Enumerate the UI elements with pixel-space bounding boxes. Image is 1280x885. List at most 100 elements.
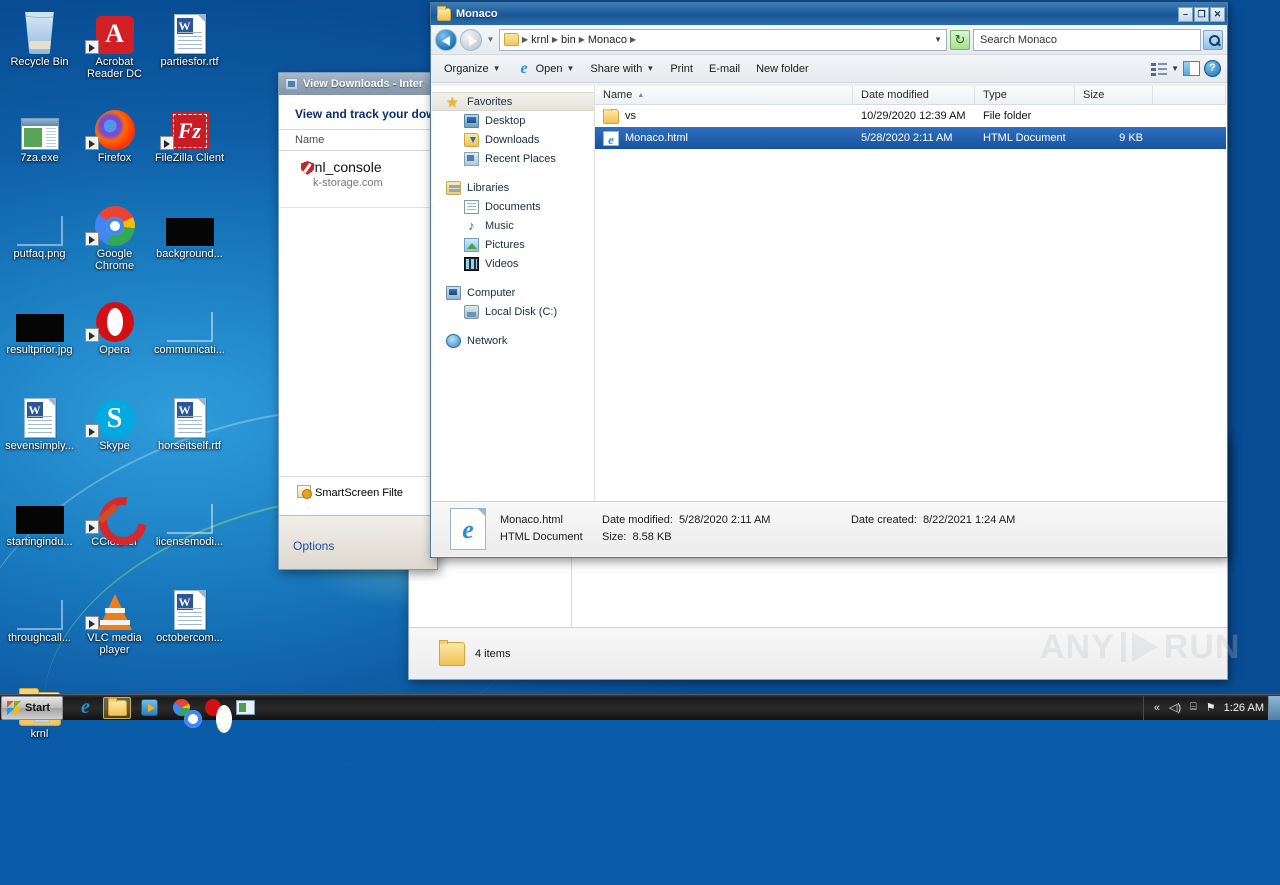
- desktop-icon-sevensimply[interactable]: Wsevensimply...: [2, 388, 77, 484]
- column-header-size[interactable]: Size: [1075, 86, 1153, 104]
- details-date-modified-value: 5/28/2020 2:11 AM: [678, 514, 771, 526]
- desktop-icon-octobercom[interactable]: Woctobercom...: [152, 580, 227, 676]
- recent-places-icon: [464, 151, 479, 166]
- email-button[interactable]: E-mail: [702, 59, 747, 79]
- desktop-icon-resultprior-jpg[interactable]: resultprior.jpg: [2, 292, 77, 388]
- desktop-icon-communicati[interactable]: communicati...: [152, 292, 227, 388]
- column-header-name[interactable]: Name ▲: [595, 86, 853, 104]
- desktop-icon-background[interactable]: background...: [152, 196, 227, 292]
- desktop-icon-putfaq-png[interactable]: putfaq.png: [2, 196, 77, 292]
- taskbar-media-player-icon[interactable]: [135, 697, 163, 719]
- taskbar-application-icon[interactable]: [231, 697, 259, 719]
- sidebar-item-pictures[interactable]: Pictures: [432, 235, 594, 254]
- desktop-icon-horseitself-rtf[interactable]: Whorseitself.rtf: [152, 388, 227, 484]
- desktop-icon-filezilla-client[interactable]: FileZilla Client: [152, 100, 227, 196]
- desktop-icon-licensemodi[interactable]: licensemodi...: [152, 484, 227, 580]
- print-button[interactable]: Print: [663, 59, 700, 79]
- explorer-window-monaco[interactable]: Monaco – ❐ ✕ ▼ ▶ krnl ▶ bin ▶ Monaco ▶ ▼…: [430, 2, 1228, 558]
- refresh-icon[interactable]: [950, 29, 970, 50]
- desktop-icon-skype[interactable]: Skype: [77, 388, 152, 484]
- address-dropdown-icon[interactable]: ▼: [934, 35, 942, 44]
- taskbar-internet-explorer-icon[interactable]: [71, 697, 99, 719]
- sidebar-item-documents[interactable]: Documents: [432, 197, 594, 216]
- sidebar-item-network[interactable]: Network: [432, 331, 594, 350]
- sidebar-item-desktop[interactable]: Desktop: [432, 111, 594, 130]
- desktop-icon-throughcall[interactable]: throughcall...: [2, 580, 77, 676]
- smartscreen-filter-row[interactable]: SmartScreen Filte: [279, 476, 437, 507]
- desktop-icon-startingindu[interactable]: startingindu...: [2, 484, 77, 580]
- desktop-icon-label: Skype: [99, 440, 130, 452]
- share-with-button[interactable]: Share with ▼: [583, 59, 661, 79]
- sidebar-item-computer[interactable]: Computer: [432, 283, 594, 302]
- desktop-icon-opera[interactable]: Opera: [77, 292, 152, 388]
- organize-button[interactable]: Organize ▼: [437, 59, 508, 79]
- chevron-down-icon[interactable]: ▼: [485, 35, 496, 44]
- desktop-icon-firefox[interactable]: Firefox: [77, 100, 152, 196]
- internet-explorer-icon: [517, 61, 532, 77]
- explorer-titlebar[interactable]: Monaco – ❐ ✕: [431, 3, 1227, 25]
- table-row[interactable]: vs 10/29/2020 12:39 AM File folder: [595, 105, 1226, 127]
- table-row[interactable]: Monaco.html 5/28/2020 2:11 AM HTML Documen…: [595, 127, 1226, 149]
- command-bar-right: ▼ ?: [1151, 60, 1221, 77]
- column-header-spacer[interactable]: [1153, 86, 1226, 104]
- preview-pane-icon[interactable]: [1183, 61, 1200, 76]
- clock[interactable]: 1:26 AM: [1220, 702, 1268, 714]
- navigation-pane[interactable]: Favorites Desktop Downloads Recent Places Li…: [432, 86, 595, 501]
- breadcrumb[interactable]: ▶ krnl ▶ bin ▶ Monaco ▶ ▼: [499, 28, 947, 51]
- new-folder-button[interactable]: New folder: [749, 59, 816, 79]
- downloads-column-header-name[interactable]: Name: [279, 129, 437, 151]
- tray-show-hidden-icons-icon[interactable]: «: [1154, 702, 1160, 714]
- column-header-type[interactable]: Type: [975, 86, 1075, 104]
- chevron-down-icon[interactable]: ▼: [1171, 64, 1179, 73]
- sidebar-item-libraries[interactable]: Libraries: [432, 178, 594, 197]
- file-list-pane[interactable]: Name ▲ Date modified Type Size vs 10/29/2020 …: [595, 86, 1226, 501]
- desktop-icon-vlc-media-player[interactable]: VLC media player: [77, 580, 152, 676]
- downloads-dialog-titlebar[interactable]: View Downloads - Inter: [279, 73, 437, 95]
- tray-network-icon[interactable]: ⌸: [1190, 701, 1197, 714]
- close-button[interactable]: ✕: [1210, 6, 1225, 22]
- desktop-icon-krnl[interactable]: krnl: [2, 676, 77, 772]
- chevron-down-icon: ▼: [566, 64, 575, 73]
- help-icon[interactable]: ?: [1204, 60, 1221, 77]
- search-input[interactable]: Search Monaco: [973, 28, 1201, 51]
- sidebar-item-local-disk-c[interactable]: Local Disk (C:): [432, 302, 594, 321]
- details-row-1: Monaco.html Date modified: 5/28/2020 2:1…: [500, 512, 1015, 529]
- column-header-date-modified[interactable]: Date modified: [853, 86, 975, 104]
- tray-action-center-flag-icon[interactable]: ⚑: [1206, 701, 1216, 714]
- open-button[interactable]: Open ▼: [510, 57, 582, 81]
- word-document-icon: W: [152, 388, 227, 438]
- download-list-item[interactable]: krnl_console k-storage.com: [279, 151, 437, 199]
- desktop-icon-acrobat-reader-dc[interactable]: Acrobat Reader DC: [77, 4, 152, 100]
- breadcrumb-segment-bin[interactable]: bin: [561, 34, 576, 46]
- taskbar-chrome-icon[interactable]: [167, 697, 202, 728]
- maximize-button[interactable]: ❐: [1194, 6, 1209, 22]
- breadcrumb-segment-monaco[interactable]: Monaco: [588, 34, 627, 46]
- breadcrumb-segment-krnl[interactable]: krnl: [531, 34, 549, 46]
- desktop-icon-7za-exe[interactable]: 7za.exe: [2, 100, 77, 196]
- desktop-icon-ccleaner[interactable]: CCleaner: [77, 484, 152, 580]
- sidebar-item-favorites[interactable]: Favorites: [432, 92, 594, 111]
- back-arrow-icon[interactable]: [435, 28, 457, 51]
- desktop-icon-recycle-bin[interactable]: Recycle Bin: [2, 4, 77, 100]
- view-list-icon[interactable]: [1151, 62, 1168, 76]
- sidebar-item-recent-places[interactable]: Recent Places: [432, 149, 594, 168]
- show-desktop-button[interactable]: [1268, 695, 1280, 720]
- sidebar-item-videos[interactable]: Videos: [432, 254, 594, 273]
- taskbar-opera-icon[interactable]: [199, 697, 232, 733]
- tray-volume-icon[interactable]: ◁): [1169, 701, 1181, 714]
- vlc-icon: [77, 580, 152, 630]
- start-button[interactable]: Start: [1, 695, 63, 720]
- downloads-options-link[interactable]: Options: [293, 539, 334, 553]
- view-downloads-dialog[interactable]: View Downloads - Inter View and track yo…: [278, 72, 438, 570]
- sidebar-item-downloads[interactable]: Downloads: [432, 130, 594, 149]
- music-icon: [464, 219, 479, 233]
- forward-arrow-icon[interactable]: [460, 28, 482, 51]
- minimize-button[interactable]: –: [1178, 6, 1193, 22]
- search-icon[interactable]: [1203, 29, 1223, 50]
- desktop-icon-google-chrome[interactable]: Google Chrome: [77, 196, 152, 292]
- desktop-icon-partiesfor-rtf[interactable]: Wpartiesfor.rtf: [152, 4, 227, 100]
- sidebar-item-music[interactable]: Music: [432, 216, 594, 235]
- shortcut-overlay-icon: [85, 232, 99, 246]
- taskbar-windows-explorer-icon[interactable]: [103, 696, 131, 719]
- file-list-rows[interactable]: vs 10/29/2020 12:39 AM File folder Monaco.h…: [595, 105, 1226, 501]
